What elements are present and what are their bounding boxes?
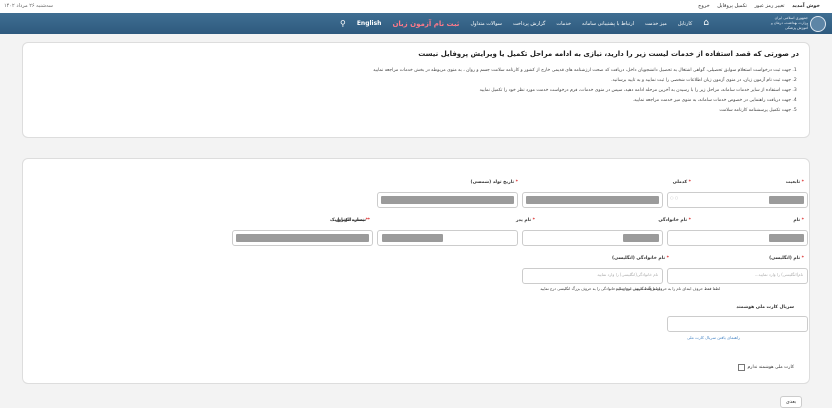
user-links: خوش آمدید تغییر رمز عبور تکمیل پروفایل خ… [692,0,820,13]
last-name-label: * نام خانوادگی [658,218,691,223]
last-name-en-input[interactable]: نام خانوادگی(انگلیسی) را وارد نمایید [522,268,663,284]
nationality-select[interactable] [667,192,808,208]
last-name-en-hint: لطفا فقط حروف ابتدای نام خانوادگی را به … [540,286,660,291]
father-name-label: * نام پدر [515,218,535,223]
first-name-en-label: * نام (انگلیسی) [769,256,804,261]
notice-item: جهت تکمیل پرسشنامه کارنامه سلامت [33,106,791,116]
last-name-en-placeholder: نام خانوادگی(انگلیسی) را وارد نمایید [597,272,658,277]
search-icon[interactable]: ⚲ [340,19,346,28]
nationality-radio[interactable]: ○ ○ [670,195,678,200]
last-name-input[interactable] [522,230,663,246]
logout-link[interactable]: خروج [698,3,710,9]
complete-profile-link[interactable]: تکمیل پروفایل [717,3,747,9]
date-text: سه‌شنبه ۲۶ مرداد ۱۴۰۲ [4,3,53,9]
nav-my-services[interactable]: میز خدمت [645,21,667,27]
no-smart-card-checkbox[interactable]: کارت ملی هوشمند ندارم [737,364,794,371]
nav-payment-report[interactable]: گزارش پرداخت [513,21,545,27]
last-name-en-label: * نام خانوادگی (انگلیسی) [612,256,669,261]
emblem-icon [810,15,826,32]
father-name-input[interactable] [377,230,518,246]
first-name-en-placeholder: نام(انگلیسی) را وارد نمایید... [754,272,803,277]
nav-menu: ⌂ کارتابل میز خدمت ارتباط با پشتیبانی سا… [340,13,709,34]
notice-item: جهت دریافت راهنمایی در خصوص خدمات سامانه… [33,96,791,106]
email-input[interactable] [232,230,373,246]
next-button[interactable]: بعدی [780,396,802,408]
checkbox-box[interactable] [737,364,745,371]
notice-title: در صورتی که قصد استفاده از خدمات لیست زی… [418,50,799,58]
first-name-input[interactable] [667,230,808,246]
nav-contact-support[interactable]: ارتباط با پشتیبانی سامانه [582,21,634,27]
notice-card: در صورتی که قصد استفاده از خدمات لیست زی… [22,42,810,138]
serial-input[interactable] [667,316,808,332]
serial-label: سریال کارت ملی هوشمند [736,305,794,310]
change-password-link[interactable]: تغییر رمز عبور [754,3,784,9]
main-navbar: جمهوری اسلامی ایران وزارت بهداشت، درمان … [0,13,832,34]
ministry-logo[interactable]: جمهوری اسلامی ایران وزارت بهداشت، درمان … [766,14,826,33]
national-code-input[interactable] [522,192,663,208]
nav-dashboard[interactable]: کارتابل [678,21,692,27]
first-name-en-input[interactable]: نام(انگلیسی) را وارد نمایید... [667,268,808,284]
notice-item: جهت ثبت درخواست استعلام سوابق تحصیلی، گو… [33,66,791,76]
home-icon[interactable]: ⌂ [703,13,709,34]
email-label: * پست الکترونیک [330,218,368,223]
first-name-label: * نام [793,218,804,223]
notice-item: جهت استفاده از سایر خدمات سامانه، مراحل … [33,86,791,96]
logo-text: جمهوری اسلامی ایران وزارت بهداشت، درمان … [771,16,808,30]
notice-item: جهت ثبت نام آزمون زبان، در منوی آزمون زب… [33,76,791,86]
nav-services[interactable]: خدمات [556,21,571,27]
nav-register-language-exam[interactable]: ثبت نام آزمون زبان [392,20,459,28]
national-code-label: * کدملی [672,180,691,185]
nationality-label: * تابعیت [785,180,804,185]
birth-date-input[interactable] [377,192,518,208]
welcome-text: خوش آمدید [792,3,820,9]
birth-date-label: * تاریخ تولد (شمسی) [470,180,518,185]
nav-faq[interactable]: سوالات متداول [470,21,502,27]
top-bar: خوش آمدید تغییر رمز عبور تکمیل پروفایل خ… [0,0,832,13]
serial-help-link[interactable]: راهنمای یافتن سریال کارت ملی [687,335,740,340]
notice-list: جهت ثبت درخواست استعلام سوابق تحصیلی، گو… [33,66,799,116]
no-smart-card-label: کارت ملی هوشمند ندارم [747,365,794,370]
nav-english[interactable]: English [357,20,382,27]
